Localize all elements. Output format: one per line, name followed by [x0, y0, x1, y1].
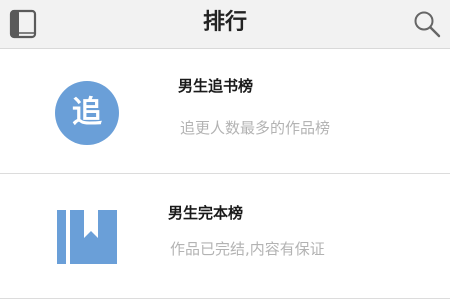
ranking-page: 排行 追 男生追书榜 追更人数最多的作品榜 男生完本榜 作品已完结,内容有保证	[0, 0, 450, 300]
ranking-title: 男生完本榜	[168, 204, 244, 222]
search-icon	[414, 11, 441, 38]
ranking-item-complete[interactable]: 男生完本榜 作品已完结,内容有保证	[0, 174, 450, 299]
search-button[interactable]	[412, 9, 442, 39]
chase-glyph: 追	[55, 81, 119, 145]
ranking-subtitle: 追更人数最多的作品榜	[180, 119, 331, 137]
page-title: 排行	[202, 10, 247, 35]
ranking-subtitle: 作品已完结,内容有保证	[170, 240, 325, 258]
chase-circle-icon: 追	[55, 81, 119, 145]
top-bar: 排行	[0, 0, 450, 49]
ranking-item-chase[interactable]: 追 男生追书榜 追更人数最多的作品榜	[0, 49, 450, 174]
bookmark-book-icon	[55, 204, 119, 268]
ranking-title: 男生追书榜	[178, 77, 254, 95]
